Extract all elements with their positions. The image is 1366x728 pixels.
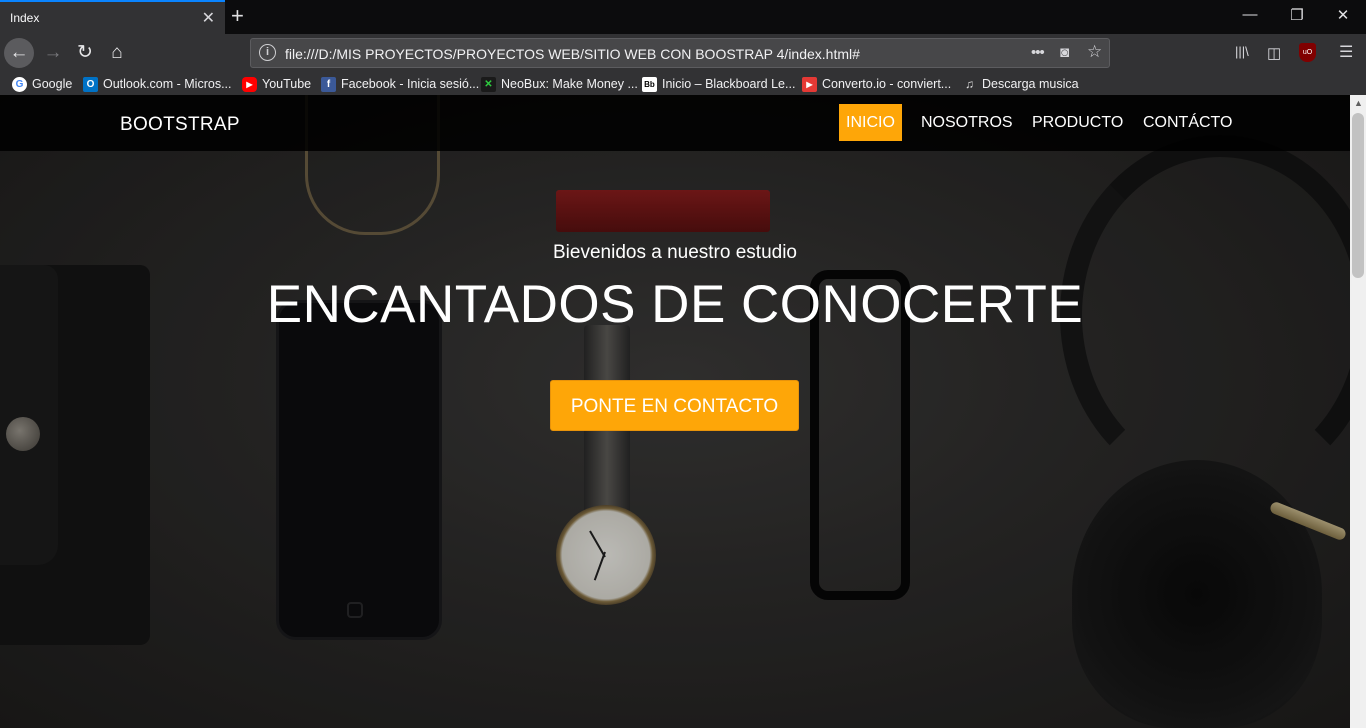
bookmark-converto[interactable]: ▶ Converto.io - conviert... <box>802 75 951 93</box>
nav-item-contacto[interactable]: CONTÁCTO <box>1136 104 1239 141</box>
tab-bar: Index ✕ + — ❐ ✕ <box>0 0 1366 34</box>
new-tab-icon[interactable]: + <box>231 3 244 29</box>
nav-item-producto[interactable]: PRODUCTO <box>1025 104 1130 141</box>
ublock-icon[interactable]: uO <box>1299 43 1316 62</box>
pocket-icon[interactable]: ◙ <box>1060 44 1069 61</box>
contact-button[interactable]: PONTE EN CONTACTO <box>550 380 799 431</box>
youtube-icon: ▶ <box>242 76 257 92</box>
url-text[interactable]: file:///D:/MIS PROYECTOS/PROYECTOS WEB/S… <box>285 46 860 62</box>
bookmark-label: YouTube <box>262 77 312 91</box>
bookmark-label: Facebook - Inicia sesió... <box>341 77 480 91</box>
navigation-toolbar: ← → ↻ ⌂ i file:///D:/MIS PROYECTOS/PROYE… <box>0 34 1366 72</box>
bookmark-label: Descarga musica <box>982 77 1079 91</box>
site-brand[interactable]: BOOTSTRAP <box>120 114 240 136</box>
bookmarks-bar: G Google O Outlook.com - Micros... ▶ You… <box>0 72 1366 95</box>
minimize-icon[interactable]: — <box>1240 6 1260 23</box>
restore-icon[interactable]: ❐ <box>1287 6 1307 24</box>
reload-icon[interactable]: ↻ <box>70 38 100 68</box>
bookmark-descarga-musica[interactable]: ♫ Descarga musica <box>962 75 1079 93</box>
bookmark-star-icon[interactable]: ☆ <box>1087 42 1102 62</box>
google-icon: G <box>12 76 27 92</box>
bookmark-label: Converto.io - conviert... <box>822 77 952 91</box>
music-icon: ♫ <box>965 76 974 91</box>
page-actions-icon[interactable]: ••• <box>1031 44 1045 61</box>
bookmark-label: Inicio – Blackboard Le... <box>662 77 796 91</box>
library-icon[interactable]: |||\ <box>1235 44 1249 59</box>
forward-icon[interactable]: → <box>38 38 68 68</box>
bookmark-label: Outlook.com - Micros... <box>103 77 232 91</box>
scroll-up-icon[interactable]: ▲ <box>1354 98 1363 108</box>
nav-item-inicio[interactable]: INICIO <box>839 104 902 141</box>
bookmark-outlook[interactable]: O Outlook.com - Micros... <box>83 75 232 93</box>
back-icon[interactable]: ← <box>4 38 34 68</box>
neobux-icon: ✕ <box>481 76 496 92</box>
converto-icon: ▶ <box>802 76 817 92</box>
menu-icon[interactable]: ☰ <box>1339 42 1353 62</box>
outlook-icon: O <box>83 76 98 92</box>
facebook-icon: f <box>321 76 336 92</box>
home-icon[interactable]: ⌂ <box>102 38 132 68</box>
site-info-icon[interactable]: i <box>259 44 276 61</box>
close-window-icon[interactable]: ✕ <box>1333 6 1353 24</box>
scrollbar-thumb[interactable] <box>1352 113 1364 278</box>
address-bar[interactable]: i file:///D:/MIS PROYECTOS/PROYECTOS WEB… <box>250 38 1110 68</box>
bookmark-label: Google <box>32 77 73 91</box>
hero-subtitle: Bievenidos a nuestro estudio <box>553 242 797 263</box>
bookmark-youtube[interactable]: ▶ YouTube <box>242 75 311 93</box>
bookmark-label: NeoBux: Make Money ... <box>501 77 638 91</box>
hero-title: ENCANTADOS DE CONOCERTE <box>266 275 1084 334</box>
bookmark-neobux[interactable]: ✕ NeoBux: Make Money ... <box>481 75 638 93</box>
nav-item-nosotros[interactable]: NOSOTROS <box>914 104 1020 141</box>
browser-tab[interactable]: Index ✕ <box>0 0 225 34</box>
sidebar-icon[interactable]: ◫ <box>1267 44 1281 62</box>
bookmark-google[interactable]: G Google <box>12 75 72 93</box>
tab-close-icon[interactable]: ✕ <box>202 8 215 28</box>
bookmark-blackboard[interactable]: Bb Inicio – Blackboard Le... <box>642 75 795 93</box>
blackboard-icon: Bb <box>642 76 657 92</box>
bookmark-facebook[interactable]: f Facebook - Inicia sesió... <box>321 75 479 93</box>
tab-title: Index <box>10 11 40 25</box>
site-navbar: BOOTSTRAP INICIO NOSOTROS PRODUCTO CONTÁ… <box>0 95 1350 151</box>
